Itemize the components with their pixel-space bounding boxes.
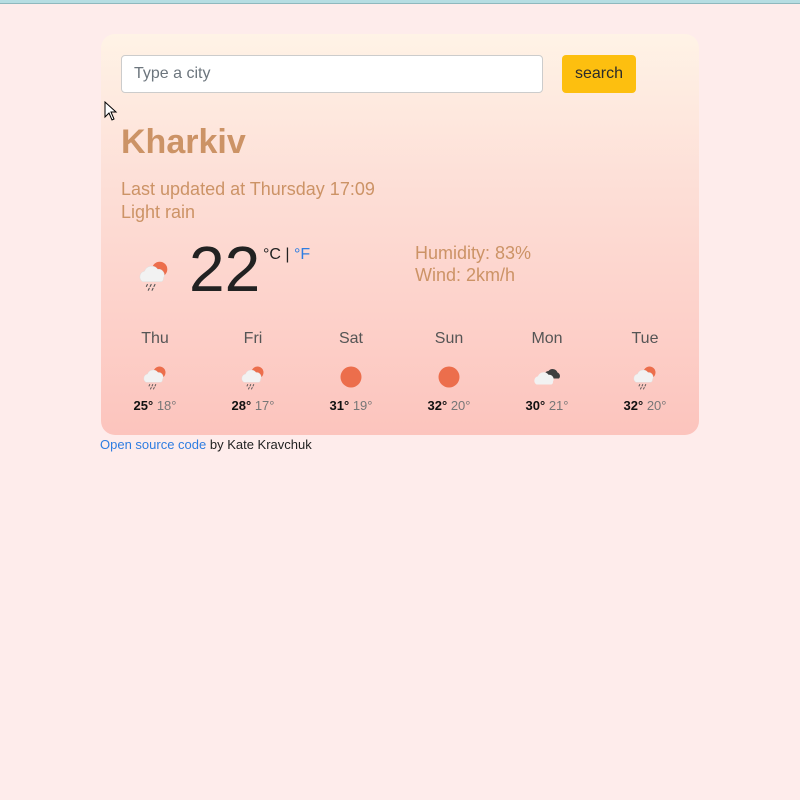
- forecast-day: Thu 25° 18°: [106, 330, 204, 413]
- forecast-day: Mon 30° 21°: [498, 330, 596, 413]
- forecast-min: 18°: [156, 398, 177, 413]
- mouse-cursor-icon: [104, 101, 118, 121]
- forecast-min: 17°: [254, 398, 275, 413]
- forecast-max: 25°: [133, 398, 154, 413]
- forecast-min: 20°: [450, 398, 471, 413]
- rain-sun-icon: [630, 362, 660, 392]
- rain-sun-icon: [238, 362, 268, 392]
- sun-icon: [434, 362, 464, 392]
- footer: Open source code by Kate Kravchuk: [100, 437, 312, 452]
- forecast-day-name: Tue: [631, 330, 659, 347]
- unit-switch: °C | °F: [263, 246, 310, 264]
- forecast-max: 31°: [329, 398, 350, 413]
- weather-description: Light rain: [121, 202, 196, 222]
- forecast-day: Sun 32° 20°: [400, 330, 498, 413]
- forecast-max: 32°: [427, 398, 448, 413]
- forecast-temps: 31° 19°: [302, 398, 400, 413]
- forecast-max: 28°: [231, 398, 252, 413]
- search-button[interactable]: search: [562, 55, 636, 93]
- last-updated: Last updated at Thursday 17:09: [121, 179, 375, 199]
- unit-separator: |: [280, 246, 294, 263]
- forecast-day-name: Mon: [531, 330, 563, 347]
- fahrenheit-link[interactable]: °F: [294, 246, 310, 263]
- forecast-day: Tue 32° 20°: [596, 330, 694, 413]
- rain-sun-icon: [140, 362, 170, 392]
- wind: Wind: 2km/h: [415, 265, 516, 285]
- forecast-temps: 25° 18°: [106, 398, 204, 413]
- author-credit: by Kate Kravchuk: [206, 437, 312, 452]
- sun-icon: [336, 362, 366, 392]
- humidity: Humidity: 83%: [415, 243, 532, 263]
- forecast-temps: 30° 21°: [498, 398, 596, 413]
- forecast-min: 21°: [548, 398, 569, 413]
- forecast-day-name: Thu: [141, 330, 169, 347]
- forecast-temps: 28° 17°: [204, 398, 302, 413]
- current-temperature: 22: [189, 233, 261, 305]
- rain-sun-icon: [139, 261, 168, 291]
- forecast-min: 20°: [646, 398, 667, 413]
- forecast-min: 19°: [352, 398, 373, 413]
- city-search-input[interactable]: [121, 55, 543, 93]
- broken-clouds-icon: [532, 362, 562, 392]
- forecast-max: 30°: [525, 398, 546, 413]
- city-name: Kharkiv: [121, 123, 246, 161]
- forecast-day: Sat 31° 19°: [302, 330, 400, 413]
- forecast-temps: 32° 20°: [596, 398, 694, 413]
- forecast: Thu 25° 18° Fri 28° 17° Sat 31° 19° Sun 32° 20°…: [106, 330, 694, 413]
- browser-top-bar: [0, 0, 800, 4]
- open-source-link[interactable]: Open source code: [100, 437, 206, 452]
- forecast-day-name: Sat: [338, 330, 363, 347]
- forecast-day-name: Sun: [434, 330, 464, 347]
- celsius-unit: °C: [263, 246, 281, 263]
- forecast-day: Fri 28° 17°: [204, 330, 302, 413]
- forecast-max: 32°: [623, 398, 644, 413]
- weather-card: search Kharkiv Last updated at Thursday …: [101, 34, 699, 435]
- forecast-temps: 32° 20°: [400, 398, 498, 413]
- forecast-day-name: Fri: [243, 330, 263, 347]
